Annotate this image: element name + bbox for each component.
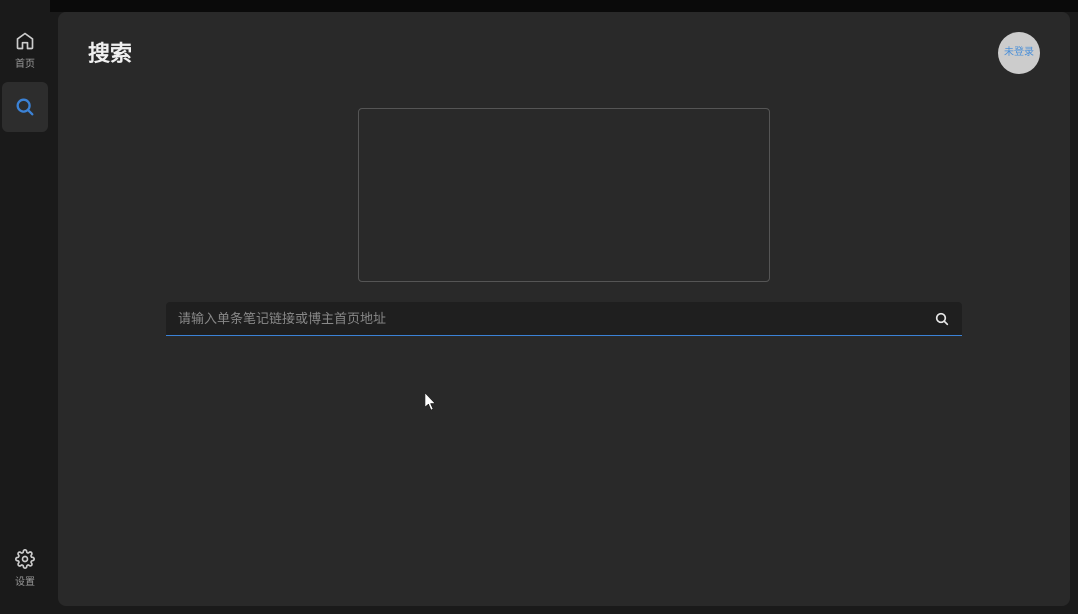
- search-icon: [13, 95, 37, 119]
- sidebar-home-label: 首页: [15, 55, 35, 70]
- search-submit-button[interactable]: [930, 307, 954, 331]
- home-icon: [13, 29, 37, 53]
- preview-box: [358, 108, 770, 282]
- sidebar-settings-label: 设置: [15, 573, 35, 588]
- search-input[interactable]: [166, 302, 962, 336]
- search-container: [166, 302, 962, 336]
- window-top-bar: [0, 0, 1078, 12]
- user-status: 未登录: [1004, 48, 1034, 58]
- avatar[interactable]: 未登录: [998, 32, 1040, 74]
- main-content: 搜索 未登录: [58, 12, 1070, 606]
- sidebar: 首页 设置: [0, 0, 50, 614]
- page-title: 搜索: [88, 36, 1040, 68]
- sidebar-item-settings[interactable]: 设置: [0, 542, 50, 592]
- sidebar-item-search[interactable]: [2, 82, 48, 132]
- search-icon: [934, 311, 950, 327]
- gear-icon: [13, 547, 37, 571]
- sidebar-item-home[interactable]: 首页: [0, 24, 50, 74]
